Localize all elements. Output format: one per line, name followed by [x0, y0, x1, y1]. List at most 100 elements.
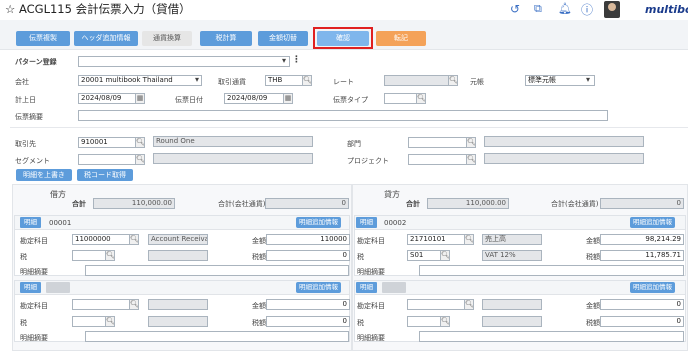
- debit-line-2-tax-code[interactable]: [72, 316, 106, 327]
- post-button[interactable]: 転記: [376, 31, 426, 46]
- credit-line-2-add-info-button[interactable]: 明細追加情報: [630, 282, 675, 293]
- project-name: [484, 153, 644, 164]
- project-search-icon[interactable]: 🔍︎: [466, 154, 476, 165]
- debit-line-1-tax-search-icon[interactable]: 🔍︎: [105, 250, 115, 261]
- slip-type-label: 伝票タイプ: [333, 96, 368, 104]
- credit-line-2-tag: 明細: [356, 282, 377, 293]
- credit-line-1-tax-search-icon[interactable]: 🔍︎: [440, 250, 450, 261]
- duplicate-slip-button[interactable]: 伝票複製: [16, 31, 70, 46]
- credit-line-2-tax-amount[interactable]: 0: [600, 316, 684, 327]
- pattern-select[interactable]: [78, 56, 290, 67]
- credit-line-2-tax-amount-label: 税額: [586, 319, 600, 327]
- credit-line-1-account-code[interactable]: 21710101: [407, 234, 465, 245]
- debit-line-1-add-info-button[interactable]: 明細追加情報: [296, 217, 341, 228]
- credit-line-2-memo[interactable]: [419, 331, 684, 342]
- debit-line-2-tax-name: [148, 316, 208, 327]
- debit-line-1-account-code[interactable]: 11000000: [72, 234, 130, 245]
- help-icon[interactable]: ⓘ: [581, 1, 593, 18]
- ledger-select[interactable]: 標準元帳: [525, 75, 595, 86]
- credit-line-2-tax-search-icon[interactable]: 🔍︎: [440, 316, 450, 327]
- debit-line-1-memo-label: 明細摘要: [20, 268, 48, 276]
- page-title-text: ACGL115 会計伝票入力（貸借）: [18, 2, 191, 16]
- debit-line-1-account-label: 勘定科目: [20, 237, 48, 245]
- credit-line-2-tax-label: 税: [357, 319, 364, 327]
- currency-convert-button[interactable]: 通貨換算: [142, 31, 192, 46]
- segment-input[interactable]: [78, 154, 136, 165]
- dept-label: 部門: [347, 140, 361, 148]
- dept-search-icon[interactable]: 🔍︎: [466, 137, 476, 148]
- debit-line-2-amount-label: 金額: [252, 302, 266, 310]
- debit-line-2-no: [46, 282, 70, 293]
- pattern-chevron-icon[interactable]: ▾: [282, 56, 286, 65]
- debit-line-2-memo-label: 明細摘要: [20, 334, 48, 342]
- credit-line-1-amount-label: 金額: [586, 237, 600, 245]
- credit-line-1-account-label: 勘定科目: [357, 237, 385, 245]
- undo-icon[interactable]: ↺: [510, 2, 520, 16]
- debit-line-2-tax-search-icon[interactable]: 🔍︎: [105, 316, 115, 327]
- debit-line-2-tax-label: 税: [20, 319, 27, 327]
- debit-line-2-add-info-button[interactable]: 明細追加情報: [296, 282, 341, 293]
- dept-name: [484, 136, 644, 147]
- favorite-star-icon[interactable]: ☆: [5, 2, 15, 16]
- credit-line-1-tax-amount[interactable]: 11,785.71: [600, 250, 684, 261]
- header-extra-info-button[interactable]: ヘッダ追加情報: [74, 31, 138, 46]
- avatar[interactable]: [604, 1, 620, 18]
- debit-line-1-amount[interactable]: 110000: [266, 234, 350, 245]
- company-select[interactable]: 20001 multibook Thailand: [78, 75, 202, 86]
- dept-input[interactable]: [408, 137, 468, 148]
- debit-line-1-tax-code[interactable]: [72, 250, 106, 261]
- debit-line-2-account-code[interactable]: [72, 299, 130, 310]
- partner-code-input[interactable]: 910001: [78, 137, 136, 148]
- slip-summary-input[interactable]: [78, 110, 608, 121]
- tax-calc-button[interactable]: 税計算: [200, 31, 252, 46]
- ledger-label: 元帳: [470, 78, 484, 86]
- credit-line-2-memo-label: 明細摘要: [357, 334, 385, 342]
- debit-line-1-tax-name: [148, 250, 208, 261]
- currency-input[interactable]: THB: [265, 75, 303, 86]
- overwrite-detail-button[interactable]: 明細を上書き: [16, 169, 72, 181]
- partner-label: 取引先: [15, 140, 36, 148]
- confirm-button[interactable]: 確認: [317, 31, 369, 46]
- credit-company-total-label: 合計(会社通貨): [551, 200, 599, 208]
- segment-search-icon[interactable]: 🔍︎: [135, 154, 145, 165]
- credit-line-1-add-info-button[interactable]: 明細追加情報: [630, 217, 675, 228]
- credit-line-1-account-search-icon[interactable]: 🔍︎: [464, 234, 474, 245]
- get-tax-code-button[interactable]: 税コード取得: [77, 169, 133, 181]
- debit-line-1-amount-label: 金額: [252, 237, 266, 245]
- debit-line-2-memo[interactable]: [85, 331, 349, 342]
- debit-line-2-account-search-icon[interactable]: 🔍︎: [129, 299, 139, 310]
- credit-line-1-memo[interactable]: [419, 265, 684, 276]
- debit-total-label: 合計: [72, 200, 86, 208]
- debit-line-1-memo[interactable]: [85, 265, 349, 276]
- amount-switch-button[interactable]: 金額切替: [258, 31, 308, 46]
- debit-line-1-tax-amount[interactable]: 0: [266, 250, 350, 261]
- rate-search-icon[interactable]: 🔍︎: [448, 75, 458, 86]
- bell-icon[interactable]: 🔔︎: [558, 2, 572, 15]
- slip-date-calendar-icon[interactable]: ▦: [283, 93, 293, 104]
- post-date-input[interactable]: 2024/08/09: [78, 93, 136, 104]
- credit-line-1-amount[interactable]: 98,214.29: [600, 234, 684, 245]
- multibook-logo: multibook: [645, 3, 688, 16]
- credit-line-2-account-search-icon[interactable]: 🔍︎: [464, 299, 474, 310]
- currency-search-icon[interactable]: 🔍︎: [302, 75, 312, 86]
- project-input[interactable]: [408, 154, 468, 165]
- company-label: 会社: [15, 78, 29, 86]
- slip-date-input[interactable]: 2024/08/09: [224, 93, 284, 104]
- post-date-calendar-icon[interactable]: ▦: [135, 93, 145, 104]
- debit-line-2-tax-amount[interactable]: 0: [266, 316, 350, 327]
- slip-type-search-icon[interactable]: 🔍︎: [416, 93, 426, 104]
- export-icon[interactable]: ⧉: [534, 2, 542, 16]
- slip-type-input[interactable]: [384, 93, 418, 104]
- segment-label: セグメント: [15, 157, 50, 165]
- credit-line-2-amount[interactable]: 0: [600, 299, 684, 310]
- credit-line-1-tax-name: VAT 12%: [482, 250, 542, 261]
- credit-line-2-account-code[interactable]: [407, 299, 465, 310]
- debit-line-1-account-search-icon[interactable]: 🔍︎: [129, 234, 139, 245]
- partner-search-icon[interactable]: 🔍︎: [135, 137, 145, 148]
- debit-line-2-amount[interactable]: 0: [266, 299, 350, 310]
- credit-line-1-tax-code[interactable]: S01: [407, 250, 441, 261]
- debit-line-2-tag: 明細: [20, 282, 41, 293]
- credit-line-2-no: [382, 282, 406, 293]
- more-icon[interactable]: ⋮: [292, 55, 301, 65]
- credit-line-2-tax-code[interactable]: [407, 316, 441, 327]
